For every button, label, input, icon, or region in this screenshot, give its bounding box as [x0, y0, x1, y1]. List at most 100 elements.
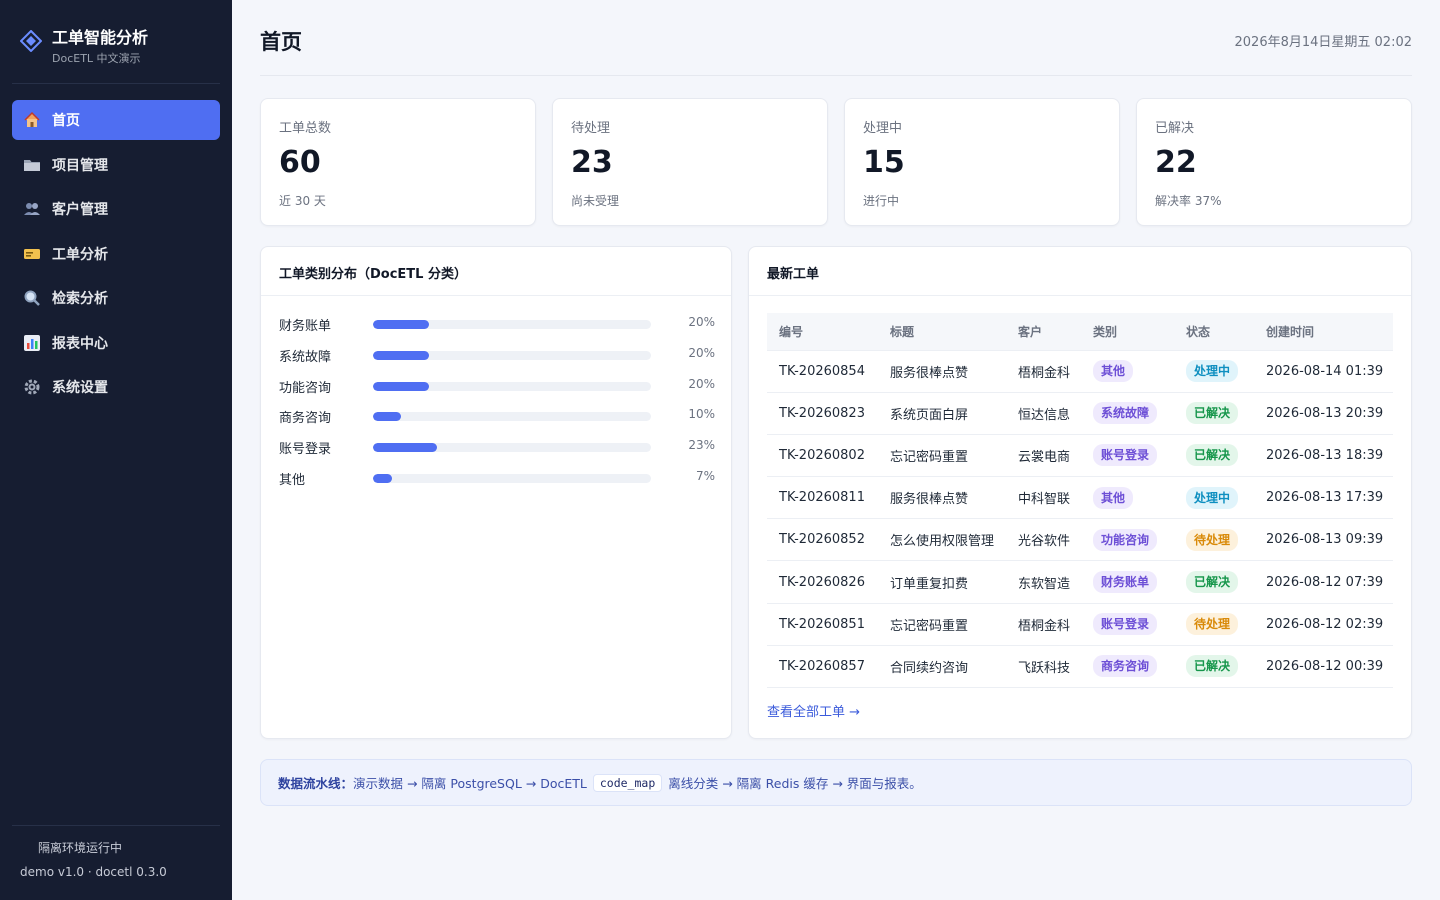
ticket-id: TK-20260823 [767, 391, 878, 435]
sidebar-divider [12, 83, 220, 84]
category-bar-fill [373, 320, 429, 329]
home-icon [22, 110, 42, 130]
category-bar-track [373, 320, 651, 329]
table-row[interactable]: TK-20260857 合同续约咨询 飞跃科技 商务咨询 已解决 2026-08… [767, 644, 1393, 689]
category-percent: 7% [695, 468, 715, 483]
ticket-created: 2026-08-13 18:39 [1254, 433, 1393, 477]
view-all-tickets-link[interactable]: 查看全部工单 → [767, 701, 860, 720]
ticket-category-cell: 其他 [1081, 349, 1174, 393]
panel-title: 工单类别分布（DocETL 分类） [279, 267, 467, 282]
category-row: 账号登录 23% [279, 436, 715, 467]
ticket-customer: 云裳电商 [1006, 433, 1081, 477]
ticket-customer: 飞跃科技 [1006, 644, 1081, 689]
ticket-created: 2026-08-12 07:39 [1254, 560, 1393, 604]
ticket-status-cell: 已解决 [1174, 644, 1254, 689]
ticket-created: 2026-08-14 01:39 [1254, 349, 1393, 393]
column-header-category[interactable]: 类别 [1081, 313, 1174, 350]
brand[interactable]: 工单智能分析 DocETL 中文演示 [20, 24, 220, 65]
sidebar-item-projects[interactable]: 项目管理 [12, 145, 220, 185]
ticket-title: 服务很棒点赞 [878, 349, 1006, 393]
ticket-id: TK-20260826 [767, 560, 878, 604]
category-percent: 10% [688, 407, 715, 422]
stat-label: 待处理 [571, 121, 611, 136]
category-percent: 20% [688, 345, 715, 360]
ticket-status-cell: 待处理 [1174, 518, 1254, 561]
folder-icon [22, 155, 42, 175]
category-row: 财务账单 20% [279, 313, 715, 344]
ticket-created: 2026-08-13 09:39 [1254, 518, 1393, 561]
ticket-id: TK-20260811 [767, 476, 878, 519]
category-bar-track [373, 443, 651, 453]
category-name: 财务账单 [279, 319, 332, 334]
sidebar-item-search-analysis[interactable]: 检索分析 [12, 278, 220, 318]
ticket-icon [22, 244, 42, 264]
status-badge: 处理中 [1186, 360, 1239, 383]
stat-subtext: 解决率 37% [1155, 194, 1222, 208]
column-header-title[interactable]: 标题 [878, 313, 1006, 350]
ticket-customer: 中科智联 [1006, 476, 1081, 519]
column-header-created[interactable]: 创建时间 [1254, 313, 1393, 350]
table-row[interactable]: TK-20260851 忘记密码重置 梧桐金科 账号登录 待处理 2026-08… [767, 602, 1393, 646]
table-row[interactable]: TK-20260854 服务很棒点赞 梧桐金科 其他 处理中 2026-08-1… [767, 349, 1393, 393]
ticket-id: TK-20260857 [767, 644, 878, 689]
column-header-customer[interactable]: 客户 [1006, 313, 1081, 350]
page-title: 首页 [260, 30, 302, 54]
category-badge: 商务咨询 [1093, 655, 1158, 678]
sidebar-item-label: 检索分析 [52, 291, 108, 307]
status-badge: 已解决 [1186, 571, 1239, 594]
sidebar-item-customers[interactable]: 客户管理 [12, 189, 220, 229]
category-badge: 系统故障 [1093, 402, 1158, 425]
table-row[interactable]: TK-20260811 服务很棒点赞 中科智联 其他 处理中 2026-08-1… [767, 476, 1393, 519]
ticket-id: TK-20260851 [767, 602, 878, 646]
table-row[interactable]: TK-20260802 忘记密码重置 云裳电商 账号登录 已解决 2026-08… [767, 433, 1393, 477]
sidebar-item-label: 报表中心 [52, 335, 108, 352]
category-name: 商务咨询 [279, 411, 332, 427]
category-name: 系统故障 [279, 349, 332, 365]
sidebar-item-label: 客户管理 [52, 202, 108, 218]
ticket-id: TK-20260854 [767, 349, 878, 393]
category-bar-fill [373, 350, 429, 360]
ticket-category-cell: 财务账单 [1081, 560, 1174, 604]
ticket-id: TK-20260802 [767, 433, 878, 477]
ticket-category-cell: 功能咨询 [1081, 518, 1174, 561]
sidebar: 工单智能分析 DocETL 中文演示 首页 项目管理 客户管理 工单分析 检索分… [0, 0, 232, 900]
ticket-created: 2026-08-13 20:39 [1254, 391, 1393, 435]
ticket-title: 合同续约咨询 [878, 644, 1006, 689]
category-bar-track [373, 412, 651, 422]
column-header-id[interactable]: 编号 [767, 313, 878, 350]
category-bar-track [373, 350, 651, 360]
category-percent: 20% [688, 376, 715, 391]
stat-subtext: 尚未受理 [571, 194, 620, 208]
category-bar-track [373, 473, 651, 483]
sidebar-item-settings[interactable]: 系统设置 [12, 367, 220, 407]
sidebar-item-reports[interactable]: 报表中心 [12, 323, 220, 363]
tickets-table: 编号 标题 客户 类别 状态 创建时间 TK-20260854 服务很棒点赞 梧… [767, 313, 1393, 689]
category-row: 商务咨询 10% [279, 405, 715, 436]
stat-card-total: 工单总数 60 近 30 天 [260, 98, 536, 226]
brand-title: 工单智能分析 [52, 28, 149, 47]
sidebar-item-home[interactable]: 首页 [12, 100, 220, 140]
version-info: demo v1.0 · docetl 0.3.0 [20, 865, 167, 879]
column-header-status[interactable]: 状态 [1174, 313, 1254, 350]
table-row[interactable]: TK-20260826 订单重复扣费 东软智造 财务账单 已解决 2026-08… [767, 560, 1393, 604]
category-percent: 23% [688, 438, 715, 453]
ticket-status-cell: 待处理 [1174, 602, 1254, 646]
category-name: 其他 [279, 472, 306, 488]
stat-card-pending: 待处理 23 尚未受理 [552, 98, 828, 226]
ticket-title: 服务很棒点赞 [878, 476, 1006, 519]
pipeline-text-after: 离线分类 → 隔离 Redis 缓存 → 界面与报表。 [668, 776, 922, 791]
category-badge: 账号登录 [1093, 613, 1158, 636]
category-distribution-panel: 工单类别分布（DocETL 分类） 财务账单 20% 系统故障 20% 功能咨询… [260, 246, 732, 739]
ticket-created: 2026-08-12 00:39 [1254, 644, 1393, 689]
table-row[interactable]: TK-20260823 系统页面白屏 恒达信息 系统故障 已解决 2026-08… [767, 391, 1393, 435]
table-row[interactable]: TK-20260852 怎么使用权限管理 光谷软件 功能咨询 待处理 2026-… [767, 518, 1393, 561]
category-bar-fill [373, 381, 429, 391]
ticket-status-cell: 已解决 [1174, 433, 1254, 477]
stat-subtext: 近 30 天 [279, 194, 326, 208]
sidebar-item-label: 工单分析 [52, 246, 108, 263]
stat-card-resolved: 已解决 22 解决率 37% [1136, 98, 1412, 226]
sidebar-item-ticket-analysis[interactable]: 工单分析 [12, 234, 220, 274]
ticket-status-cell: 处理中 [1174, 476, 1254, 519]
status-badge: 处理中 [1186, 486, 1239, 509]
stat-value: 22 [1155, 145, 1197, 180]
